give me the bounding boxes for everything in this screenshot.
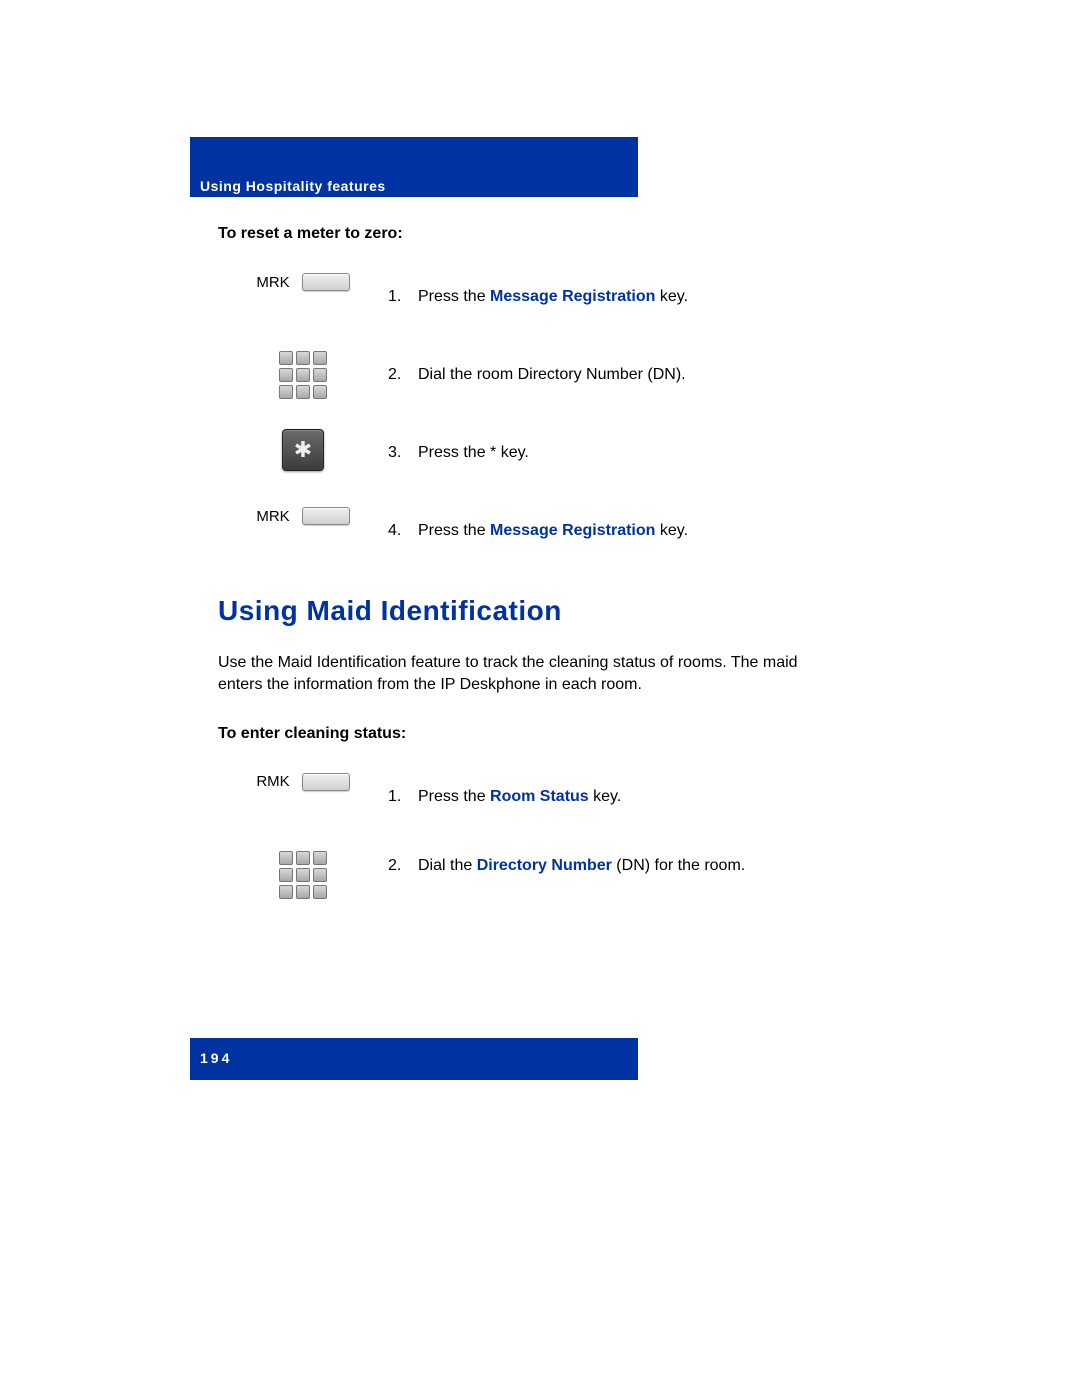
footer-bar <box>190 1038 638 1080</box>
step-row: MRK 1. Press the Message Registration ke… <box>218 273 818 321</box>
section2-title: To enter cleaning status: <box>218 725 818 743</box>
page-number: 194 <box>200 1050 232 1066</box>
softkey-icon <box>302 773 350 791</box>
step-text: 4. Press the Message Registration key. <box>388 507 818 555</box>
dialpad-icon <box>279 851 327 899</box>
step-text: 3. Press the * key. <box>388 429 818 477</box>
step-row: 2. Dial the Directory Number (DN) for th… <box>218 851 818 899</box>
keypad-icon <box>218 851 388 899</box>
step-number: 2. <box>388 364 408 386</box>
step-row: RMK 1. Press the Room Status key. <box>218 773 818 821</box>
body-paragraph: Use the Maid Identification feature to t… <box>218 652 818 697</box>
softkey-icon <box>302 507 350 525</box>
step-text: 2. Dial the Directory Number (DN) for th… <box>388 851 818 877</box>
header-text: Using Hospitality features <box>200 178 386 194</box>
rmk-key-icon: RMK <box>218 773 388 791</box>
step-body: Press the * key. <box>418 442 529 464</box>
step-body: Press the Message Registration key. <box>418 286 688 308</box>
mrk-key-icon: MRK <box>218 507 388 525</box>
step-row: 2. Dial the room Directory Number (DN). <box>218 351 818 399</box>
step-body: Dial the room Directory Number (DN). <box>418 364 686 386</box>
star-key-icon: ✱ <box>282 429 324 471</box>
step-body: Press the Message Registration key. <box>418 520 688 542</box>
step-number: 2. <box>388 855 408 877</box>
step-text: 1. Press the Message Registration key. <box>388 273 818 321</box>
step-number: 3. <box>388 442 408 464</box>
step-row: ✱ 3. Press the * key. <box>218 429 818 477</box>
page: Using Hospitality features To reset a me… <box>0 0 1080 1397</box>
step-text: 1. Press the Room Status key. <box>388 773 818 821</box>
dialpad-icon <box>279 351 327 399</box>
key-label: MRK <box>256 274 289 291</box>
section-heading: Using Maid Identification <box>218 595 818 627</box>
step-body: Press the Room Status key. <box>418 786 621 808</box>
step-number: 1. <box>388 286 408 308</box>
content-area: To reset a meter to zero: MRK 1. Press t… <box>218 225 818 929</box>
section1-title: To reset a meter to zero: <box>218 225 818 243</box>
step-row: MRK 4. Press the Message Registration ke… <box>218 507 818 555</box>
mrk-key-icon: MRK <box>218 273 388 291</box>
step-body: Dial the Directory Number (DN) for the r… <box>418 855 745 877</box>
softkey-icon <box>302 273 350 291</box>
star-key-icon-col: ✱ <box>218 429 388 471</box>
step-number: 1. <box>388 786 408 808</box>
key-label: MRK <box>256 508 289 525</box>
step-number: 4. <box>388 520 408 542</box>
key-label: RMK <box>256 773 289 790</box>
keypad-icon <box>218 351 388 399</box>
step-text: 2. Dial the room Directory Number (DN). <box>388 351 818 399</box>
